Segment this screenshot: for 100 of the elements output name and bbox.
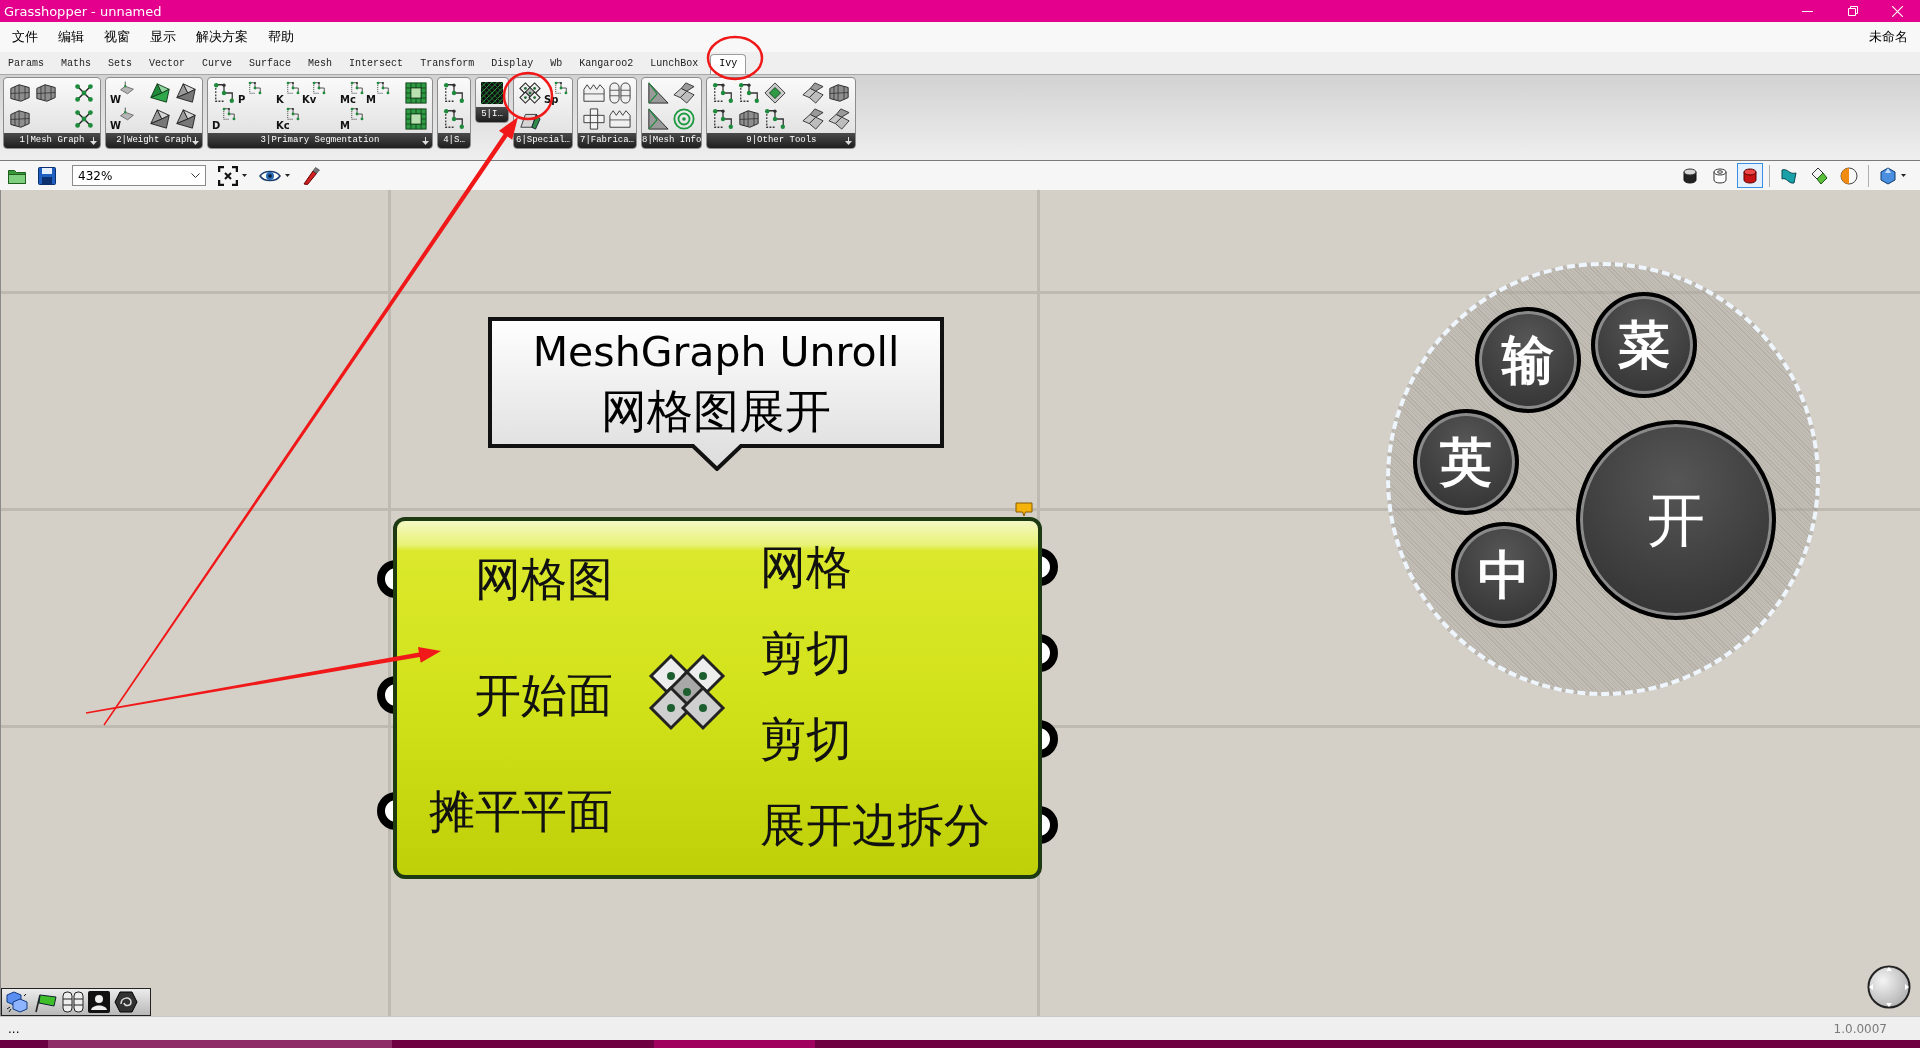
tool-button[interactable] xyxy=(34,81,58,105)
menu-item[interactable]: 帮助 xyxy=(258,25,304,49)
tool-button[interactable] xyxy=(174,107,198,131)
tool-button[interactable] xyxy=(582,107,606,131)
triangle-icon xyxy=(647,82,669,104)
tab[interactable]: Display xyxy=(486,54,539,74)
panel-label: 7|Fabrica… xyxy=(580,134,634,147)
radial-menu-button[interactable]: 输 xyxy=(1475,307,1581,413)
tab[interactable]: Mesh xyxy=(303,54,338,74)
swirl-icon[interactable] xyxy=(114,991,138,1013)
node-path-icon xyxy=(286,107,300,121)
tool-button[interactable] xyxy=(72,81,96,105)
tab[interactable]: Intersect xyxy=(344,54,409,74)
tab[interactable]: Params xyxy=(3,54,49,74)
tool-button[interactable] xyxy=(518,81,542,105)
compass-icon[interactable] xyxy=(1867,965,1911,1009)
radial-menu-button[interactable]: 中 xyxy=(1451,522,1557,628)
folded-plane-icon xyxy=(149,82,171,104)
node-path-icon xyxy=(222,107,236,121)
tool-button[interactable] xyxy=(801,107,826,131)
mesh-block-icon xyxy=(9,108,31,130)
menu-item[interactable]: 解决方案 xyxy=(186,25,258,49)
tool-button[interactable]: W xyxy=(110,81,134,105)
expand-arrow-icon[interactable] xyxy=(845,137,853,145)
tab[interactable]: Surface xyxy=(244,54,297,74)
version-label: 1.0.0007 xyxy=(1833,1021,1887,1036)
minimize-icon xyxy=(1802,10,1813,12)
tab[interactable]: Transform xyxy=(415,54,480,74)
menu-item[interactable]: 视窗 xyxy=(94,25,140,49)
tool-button[interactable] xyxy=(404,81,428,105)
tiles-icon xyxy=(802,82,825,104)
capsule-grid-icon[interactable] xyxy=(62,991,84,1013)
tool-button[interactable] xyxy=(827,107,852,131)
tab[interactable]: Maths xyxy=(56,54,97,74)
tab[interactable]: Vector xyxy=(144,54,191,74)
tool-button[interactable] xyxy=(442,107,466,131)
tab[interactable]: LunchBox xyxy=(645,54,704,74)
tool-button[interactable]: K xyxy=(276,81,300,105)
tool-button[interactable]: Kv xyxy=(302,81,326,105)
node-path-icon xyxy=(312,81,326,95)
tool-button[interactable] xyxy=(148,81,172,105)
menu-item[interactable]: 文件 xyxy=(2,25,48,49)
expand-arrow-icon[interactable] xyxy=(192,137,199,145)
tilted-plane-icon xyxy=(120,107,134,121)
tool-button[interactable]: P xyxy=(238,81,262,105)
menu-item[interactable]: 编辑 xyxy=(48,25,94,49)
tool-button[interactable] xyxy=(148,107,172,131)
expand-arrow-icon[interactable] xyxy=(90,137,97,145)
comment-icon[interactable] xyxy=(1015,502,1033,517)
document-name: 未命名 xyxy=(1869,28,1909,46)
node-path-icon xyxy=(350,107,364,121)
tool-button[interactable]: D xyxy=(212,107,236,131)
tool-button[interactable] xyxy=(672,81,696,105)
tool-button[interactable] xyxy=(72,107,96,131)
tool-button[interactable] xyxy=(763,81,788,105)
menu-item[interactable]: 显示 xyxy=(140,25,186,49)
expand-arrow-icon[interactable] xyxy=(422,137,429,145)
tool-button[interactable] xyxy=(763,107,788,131)
tool-button[interactable]: M xyxy=(340,107,364,131)
person-icon[interactable] xyxy=(88,991,110,1013)
output-label: 网格 xyxy=(760,539,852,595)
pen-icon xyxy=(302,166,320,185)
radial-menu-button[interactable]: 开 xyxy=(1576,420,1776,620)
tool-button[interactable] xyxy=(480,81,504,105)
zigzag-box-icon xyxy=(609,108,631,130)
cubes-icon[interactable] xyxy=(6,991,30,1013)
tab[interactable]: Wb xyxy=(545,54,568,74)
tab[interactable]: Curve xyxy=(197,54,238,74)
tool-button[interactable]: Mc xyxy=(340,81,364,105)
tool-button[interactable]: M xyxy=(366,81,390,105)
tool-button[interactable] xyxy=(801,81,826,105)
preview-mode-button[interactable] xyxy=(1737,163,1763,188)
tool-button[interactable] xyxy=(212,81,236,105)
tool-button[interactable]: W xyxy=(110,107,134,131)
tab[interactable]: Sets xyxy=(103,54,138,74)
mesh-block-icon xyxy=(35,82,57,104)
tool-button[interactable] xyxy=(8,107,32,131)
tab[interactable]: Ivy xyxy=(710,54,747,74)
tool-button[interactable] xyxy=(737,81,762,105)
window-title: Grasshopper - unnamed xyxy=(3,3,162,19)
tool-button[interactable] xyxy=(737,107,762,131)
tab[interactable]: Kangaroo2 xyxy=(574,54,639,74)
restore-icon xyxy=(1847,6,1858,16)
flag-icon[interactable] xyxy=(34,991,58,1013)
tool-button[interactable] xyxy=(442,81,466,105)
tool-button[interactable] xyxy=(8,81,32,105)
radial-menu-button[interactable]: 菜 xyxy=(1591,292,1697,398)
zoom-combobox[interactable]: 432% xyxy=(72,165,206,186)
output-label: 展开边拆分 xyxy=(760,797,990,853)
tool-button[interactable] xyxy=(711,107,736,131)
tool-button[interactable] xyxy=(827,81,852,105)
tool-button[interactable] xyxy=(174,81,198,105)
half-sphere-icon xyxy=(1840,166,1858,185)
tool-button[interactable]: Kc xyxy=(276,107,300,131)
node-path-icon xyxy=(738,82,761,104)
canvas[interactable]: MeshGraph Unroll 网格图展开 网格图 开始面 摊平平面 网格 剪切 剪切 展开边拆分 输 菜 英 开 中 xyxy=(0,190,1920,1016)
tool-button[interactable] xyxy=(404,107,428,131)
radial-menu-button[interactable]: 英 xyxy=(1413,409,1519,515)
tiles-icon xyxy=(802,108,825,130)
tool-button[interactable] xyxy=(711,81,736,105)
